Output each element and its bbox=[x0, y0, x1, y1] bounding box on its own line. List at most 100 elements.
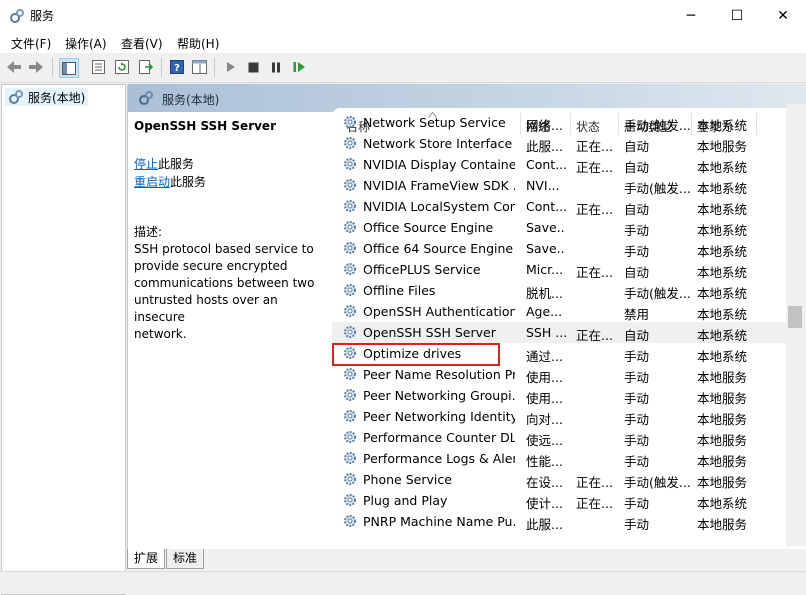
restart-service-line: 重启动此服务 bbox=[134, 173, 206, 190]
service-status-cell: 正在... bbox=[576, 160, 613, 175]
table-row[interactable]: Phone Service 在设... 正在... 手动(触发... 本地服务 bbox=[332, 469, 787, 490]
service-gear-icon bbox=[344, 368, 356, 380]
service-logon-cell: 本地系统 bbox=[697, 223, 748, 238]
back-icon[interactable] bbox=[5, 58, 23, 76]
services-gear-icon bbox=[9, 90, 23, 104]
table-row[interactable]: Plug and Play 使计... 正在... 手动 本地系统 bbox=[332, 490, 787, 511]
service-gear-icon bbox=[344, 116, 356, 128]
table-row[interactable]: NVIDIA FrameView SDK ... NVI... 手动(触发... 本地… bbox=[332, 175, 787, 196]
table-row[interactable]: OpenSSH SSH Server SSH ... 正在... 自动 本地系统 bbox=[332, 322, 787, 343]
scrollbar-thumb[interactable] bbox=[788, 306, 802, 328]
service-gear-icon bbox=[344, 137, 356, 149]
service-logon-cell: 本地系统 bbox=[697, 496, 748, 511]
service-name-cell: Performance Logs & Aler... bbox=[363, 451, 515, 466]
service-description-cell: 此服... bbox=[526, 139, 563, 154]
tab-extended[interactable]: 扩展 bbox=[127, 549, 166, 569]
service-name-cell: NVIDIA Display Containe... bbox=[363, 157, 515, 172]
table-row[interactable]: Peer Networking Identity... 向对... 手动 本地服务 bbox=[332, 406, 787, 427]
table-row[interactable]: Network Setup Service 网络... 手动(触发... 本地系统 bbox=[332, 112, 787, 133]
service-gear-icon bbox=[344, 452, 356, 464]
service-startup-cell: 手动 bbox=[624, 349, 650, 364]
service-description-cell: 使用... bbox=[526, 370, 563, 385]
restart-icon[interactable] bbox=[290, 58, 308, 76]
table-row[interactable]: Performance Logs & Aler... 性能... 手动 本地服务 bbox=[332, 448, 787, 469]
service-status-cell: 正在... bbox=[576, 496, 613, 511]
table-row[interactable]: Offline Files 脱机... 手动(触发... 本地系统 bbox=[332, 280, 787, 301]
services-list: 名称 描述 状态 启动类型 登录为 Network Setup Service 网… bbox=[332, 108, 787, 544]
service-gear-icon bbox=[344, 410, 356, 422]
help-icon[interactable]: ? bbox=[168, 58, 186, 76]
menu-bar: 文件(F) 操作(A) 查看(V) 帮助(H) bbox=[0, 31, 806, 53]
services-panel: 服务(本地) OpenSSH SSH Server 停止此服务 重启动此服务 描… bbox=[127, 84, 806, 551]
export-icon[interactable] bbox=[137, 58, 155, 76]
service-startup-cell: 手动 bbox=[624, 412, 650, 427]
service-startup-cell: 自动 bbox=[624, 139, 650, 154]
service-gear-icon bbox=[344, 515, 356, 527]
start-icon[interactable] bbox=[222, 58, 240, 76]
services-gear-icon bbox=[139, 91, 153, 105]
tab-standard[interactable]: 标准 bbox=[166, 549, 205, 569]
service-logon-cell: 本地服务 bbox=[697, 391, 748, 406]
table-row[interactable]: OpenSSH Authentication ... Age... 禁用 本地系统 bbox=[332, 301, 787, 322]
service-startup-cell: 手动(触发... bbox=[624, 181, 690, 196]
service-logon-cell: 本地系统 bbox=[697, 328, 748, 343]
service-name-cell: NVIDIA FrameView SDK ... bbox=[363, 178, 515, 193]
table-row[interactable]: NVIDIA LocalSystem Con... Cont... 正在... 自动 本… bbox=[332, 196, 787, 217]
menu-help[interactable]: 帮助(H) bbox=[177, 35, 219, 52]
refresh-icon[interactable] bbox=[113, 58, 131, 76]
close-button[interactable]: ✕ bbox=[760, 0, 806, 31]
table-row[interactable]: NVIDIA Display Containe... Cont... 正在... 自动… bbox=[332, 154, 787, 175]
stop-icon[interactable] bbox=[244, 58, 262, 76]
service-name-cell: PNRP Machine Name Pu... bbox=[363, 514, 515, 529]
table-row[interactable]: Office 64 Source Engine Save... 手动 本地系统 bbox=[332, 238, 787, 259]
pause-icon[interactable] bbox=[267, 58, 285, 76]
service-name-cell: Offline Files bbox=[363, 283, 436, 298]
table-row[interactable]: Peer Networking Groupi... 使用... 手动 本地服务 bbox=[332, 385, 787, 406]
service-name-cell: OpenSSH Authentication ... bbox=[363, 304, 515, 319]
service-startup-cell: 禁用 bbox=[624, 307, 650, 322]
table-row[interactable]: OfficePLUS Service Micr... 正在... 自动 本地系统 bbox=[332, 259, 787, 280]
service-gear-icon bbox=[344, 389, 356, 401]
service-name-cell: Network Setup Service bbox=[363, 115, 506, 130]
service-description-cell: Cont... bbox=[526, 157, 566, 172]
table-row[interactable]: Peer Name Resolution Pr... 使用... 手动 本地服务 bbox=[332, 364, 787, 385]
service-logon-cell: 本地系统 bbox=[697, 118, 748, 133]
stop-service-link[interactable]: 停止 bbox=[134, 157, 158, 171]
table-row[interactable]: Network Store Interface ... 此服... 正在... 自动 本… bbox=[332, 133, 787, 154]
tree-item-local-services[interactable]: 服务(本地) bbox=[5, 88, 89, 106]
service-gear-icon bbox=[344, 326, 356, 338]
panel-header-title: 服务(本地) bbox=[162, 93, 220, 107]
service-gear-icon bbox=[344, 158, 356, 170]
minimize-button[interactable]: ─ bbox=[668, 0, 714, 31]
service-description-cell: 使远... bbox=[526, 433, 563, 448]
forward-icon[interactable] bbox=[27, 58, 45, 76]
service-startup-cell: 手动 bbox=[624, 223, 650, 238]
service-logon-cell: 本地系统 bbox=[697, 265, 748, 280]
menu-file[interactable]: 文件(F) bbox=[11, 35, 51, 52]
maximize-button[interactable]: ☐ bbox=[714, 0, 760, 31]
service-startup-cell: 手动(触发... bbox=[624, 475, 690, 490]
properties-icon[interactable] bbox=[89, 58, 107, 76]
service-logon-cell: 本地系统 bbox=[697, 202, 748, 217]
description-label: 描述: bbox=[134, 225, 163, 239]
description-text: SSH protocol based service to provide se… bbox=[134, 242, 315, 341]
menu-action[interactable]: 操作(A) bbox=[65, 35, 107, 52]
menu-view[interactable]: 查看(V) bbox=[121, 35, 163, 52]
show-hide-icon[interactable] bbox=[190, 58, 208, 76]
service-gear-icon bbox=[344, 494, 356, 506]
service-logon-cell: 本地系统 bbox=[697, 307, 748, 322]
table-row[interactable]: Performance Counter DL... 使远... 手动 本地服务 bbox=[332, 427, 787, 448]
table-row[interactable]: Office Source Engine Save... 手动 本地系统 bbox=[332, 217, 787, 238]
service-status-cell: 正在... bbox=[576, 202, 613, 217]
service-startup-cell: 自动 bbox=[624, 265, 650, 280]
service-name-cell: Peer Networking Identity... bbox=[363, 409, 515, 424]
service-logon-cell: 本地服务 bbox=[697, 454, 748, 469]
service-name-cell: OfficePLUS Service bbox=[363, 262, 481, 277]
restart-suffix: 此服务 bbox=[170, 175, 207, 189]
console-tree-icon[interactable] bbox=[59, 58, 79, 78]
service-logon-cell: 本地系统 bbox=[697, 286, 748, 301]
service-name-cell: Peer Name Resolution Pr... bbox=[363, 367, 515, 382]
table-row[interactable]: PNRP Machine Name Pu... 此服... 手动 本地服务 bbox=[332, 511, 787, 532]
service-name-cell: Performance Counter DL... bbox=[363, 430, 515, 445]
restart-service-link[interactable]: 重启动 bbox=[134, 175, 170, 189]
